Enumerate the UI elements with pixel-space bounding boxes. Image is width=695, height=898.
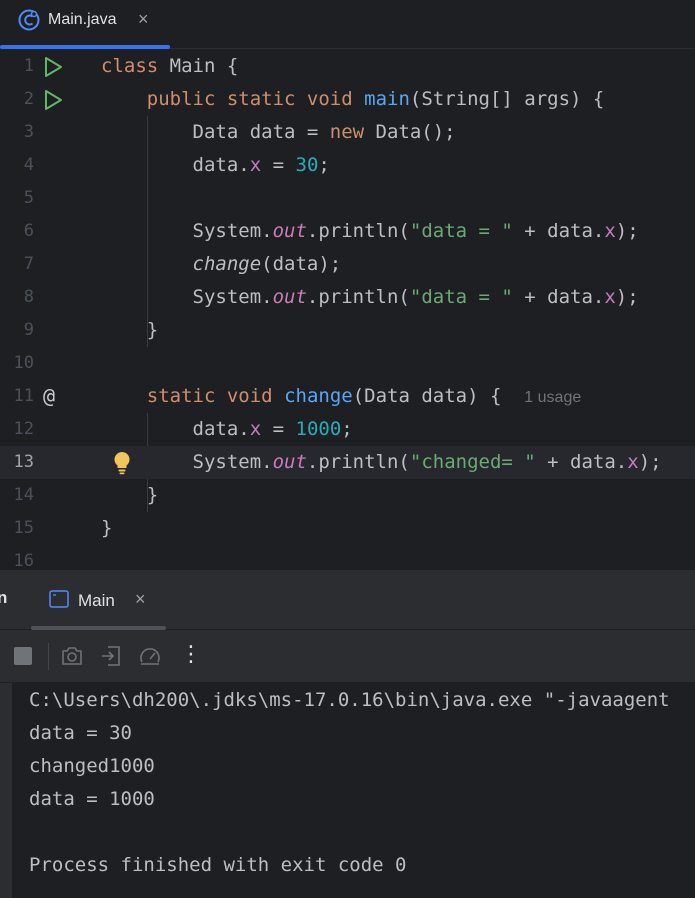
code-text: } <box>101 319 159 341</box>
line-number: 5 <box>23 188 34 208</box>
implemented-icon[interactable]: @ <box>43 380 55 413</box>
line-number: 9 <box>23 320 34 340</box>
close-icon[interactable]: × <box>135 589 146 610</box>
tab-main-java[interactable]: Main.java × <box>0 0 170 49</box>
line-number: 14 <box>13 485 34 505</box>
line-number: 6 <box>23 221 34 241</box>
code-line[interactable]: 8 System.out.println("data = " + data.x)… <box>0 281 695 314</box>
code-line[interactable]: 3 Data data = new Data(); <box>0 116 695 149</box>
line-number: 2 <box>23 89 34 109</box>
usage-hint[interactable]: 1 usage <box>524 389 581 406</box>
more-options-icon[interactable]: ⋮ <box>180 642 202 667</box>
code-line[interactable]: 5 <box>0 182 695 215</box>
console-gutter <box>0 683 12 898</box>
line-number: 10 <box>13 353 34 373</box>
code-text: Data data = new Data(); <box>101 121 456 143</box>
run-panel-title: n <box>0 588 8 607</box>
exit-icon[interactable] <box>99 644 123 668</box>
line-number: 4 <box>23 155 34 175</box>
toolbar-divider <box>48 643 49 670</box>
code-line[interactable]: 16 <box>0 545 695 570</box>
run-tool-window-header: n Main × <box>0 570 695 630</box>
line-number: 12 <box>13 419 34 439</box>
code-text: public static void main(String[] args) { <box>146 88 605 110</box>
code-line[interactable]: 10 <box>0 347 695 380</box>
code-line[interactable]: 9 } <box>0 314 695 347</box>
code-text: class Main { <box>101 55 239 77</box>
profiler-icon[interactable] <box>138 644 162 668</box>
code-text: static void change(Data data) { 1 usage <box>146 385 582 407</box>
tab-label: Main.java <box>48 11 117 28</box>
console-line: data = 1000 <box>29 788 155 810</box>
console-line: changed1000 <box>29 755 155 777</box>
java-class-icon <box>18 9 40 31</box>
stop-icon[interactable] <box>11 644 35 668</box>
camera-icon[interactable] <box>60 644 84 668</box>
code-text: change(data); <box>192 253 342 275</box>
code-line[interactable]: 2 public static void main(String[] args)… <box>0 83 695 116</box>
line-number: 7 <box>23 254 34 274</box>
editor-tab-bar: Main.java × <box>0 0 695 49</box>
line-number: 11 <box>13 386 34 406</box>
console-line: C:\Users\dh200\.jdks\ms-17.0.16\bin\java… <box>29 689 670 711</box>
run-toolbar: ⋮ <box>0 630 695 683</box>
code-text: System.out.println("data = " + data.x); <box>101 286 639 308</box>
code-editor[interactable]: 1 class Main { 2 public static void main… <box>0 50 695 570</box>
code-line[interactable]: 14 } <box>0 479 695 512</box>
tab-run-main[interactable]: Main × <box>31 570 166 630</box>
code-line[interactable]: 7 change(data); <box>0 248 695 281</box>
code-text: } <box>101 517 113 539</box>
code-line[interactable]: 15 } <box>0 512 695 545</box>
line-number: 8 <box>23 287 34 307</box>
code-line[interactable]: 4 data.x = 30; <box>0 149 695 182</box>
code-text: System.out.println("data = " + data.x); <box>101 220 639 242</box>
code-line[interactable]: 1 class Main { <box>0 50 695 83</box>
code-line[interactable]: 11 @ static void change(Data data) { 1 u… <box>0 380 695 413</box>
run-gutter-icon[interactable] <box>42 89 64 111</box>
code-text: } <box>101 484 159 506</box>
code-text: System.out.println("changed= " + data.x)… <box>101 451 662 473</box>
close-icon[interactable]: × <box>138 9 149 30</box>
line-number: 16 <box>13 551 34 570</box>
line-number: 1 <box>23 56 34 76</box>
run-gutter-icon[interactable] <box>42 56 64 78</box>
line-number: 15 <box>13 518 34 538</box>
console-output[interactable]: C:\Users\dh200\.jdks\ms-17.0.16\bin\java… <box>0 683 695 898</box>
active-tab-indicator <box>0 45 170 49</box>
tab-label: Main <box>78 591 115 610</box>
line-number: 3 <box>23 122 34 142</box>
console-line: Process finished with exit code 0 <box>29 854 407 876</box>
code-text: data.x = 1000; <box>101 418 353 440</box>
code-line-current[interactable]: 13 System.out.println("changed= " + data… <box>0 446 695 479</box>
code-text: data.x = 30; <box>101 154 330 176</box>
code-line[interactable]: 12 data.x = 1000; <box>0 413 695 446</box>
terminal-icon <box>49 590 69 608</box>
line-number: 13 <box>13 452 34 472</box>
code-line[interactable]: 6 System.out.println("data = " + data.x)… <box>0 215 695 248</box>
console-line: data = 30 <box>29 722 132 744</box>
